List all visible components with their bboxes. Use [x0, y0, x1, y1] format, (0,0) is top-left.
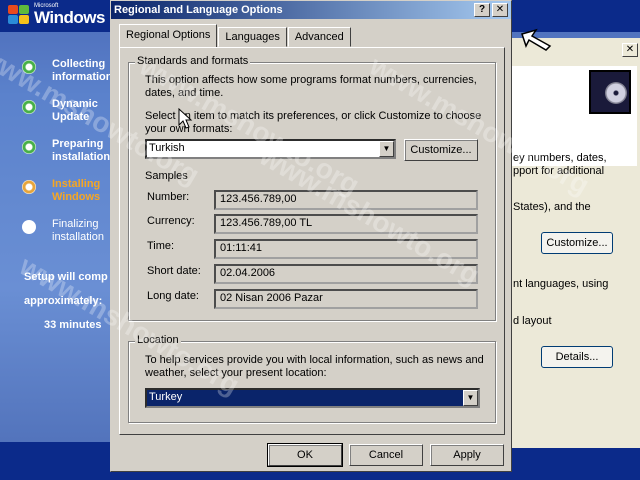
tab-regional-options[interactable]: Regional Options	[119, 24, 218, 47]
logo-text: Windows	[34, 7, 105, 27]
step-pending-icon	[22, 220, 36, 234]
tab-panel-regional: Standards and formats This option affect…	[119, 47, 505, 435]
location-group: Location To help services provide you wi…	[128, 334, 496, 423]
help-button[interactable]: ?	[474, 3, 490, 17]
step-active-icon	[22, 180, 36, 194]
dropdown-arrow-icon[interactable]: ▼	[379, 141, 394, 157]
location-description: To help services provide you with local …	[145, 354, 484, 379]
standards-group: Standards and formats This option affect…	[128, 55, 496, 321]
tab-languages[interactable]: Languages	[218, 27, 287, 47]
tab-strip: Regional Options Languages Advanced	[119, 24, 352, 47]
parent-customize-button[interactable]: Customize...	[541, 232, 613, 254]
parent-details-button[interactable]: Details...	[541, 346, 613, 368]
sample-value: 123.456.789,00	[214, 190, 478, 210]
sample-value: 01:11:41	[214, 239, 478, 259]
step-label: Preparing installation	[52, 138, 111, 163]
arrow-cursor-icon	[178, 108, 193, 129]
step-label: Installing Windows	[52, 178, 101, 203]
dropdown-arrow-icon[interactable]: ▼	[463, 390, 478, 406]
cursor-icon	[521, 28, 552, 51]
parent-text: ey numbers, dates,	[513, 152, 607, 164]
sample-label: Number:	[147, 191, 190, 203]
time-line: Setup will comp	[24, 271, 108, 283]
parent-text: nt languages, using	[513, 278, 609, 290]
dialog-title-bar[interactable]: Regional and Language Options	[111, 1, 511, 19]
sample-value: 02.04.2006	[214, 264, 478, 284]
parent-window: ✕ ey numbers, dates, pport for additiona…	[508, 38, 640, 448]
parent-text: d layout	[513, 315, 552, 327]
ok-button[interactable]: OK	[267, 443, 343, 467]
setup-time-remaining: Setup will comp approximately: 33 minute…	[24, 259, 108, 343]
step-label: Finalizing installation	[52, 218, 104, 243]
cancel-button[interactable]: Cancel	[349, 444, 423, 466]
format-select-value: Turkish	[149, 142, 185, 154]
sample-label: Time:	[147, 240, 175, 252]
time-line: approximately:	[24, 295, 103, 307]
step-label: Dynamic Update	[52, 98, 98, 123]
step-done-icon	[22, 140, 36, 154]
dialog-title: Regional and Language Options	[114, 4, 283, 16]
parent-banner	[509, 66, 637, 166]
windows-logo: Microsoft Windows	[6, 1, 105, 29]
sample-label: Currency:	[147, 215, 195, 227]
cd-box-icon	[589, 70, 631, 114]
standards-description: This option affects how some programs fo…	[145, 74, 477, 99]
sample-label: Short date:	[147, 265, 201, 277]
time-line: 33 minutes	[44, 319, 102, 331]
step-label: Collecting information	[52, 58, 113, 83]
samples-title: Samples	[145, 170, 188, 182]
location-group-title: Location	[135, 334, 181, 346]
logo-microsoft-text: Microsoft	[34, 2, 59, 9]
step-done-icon	[22, 100, 36, 114]
sample-value: 02 Nisan 2006 Pazar	[214, 289, 478, 309]
parent-close-button[interactable]: ✕	[622, 43, 638, 57]
standards-select-text: Select an item to match its preferences,…	[145, 110, 482, 135]
standards-group-title: Standards and formats	[135, 55, 251, 67]
location-select-value: Turkey	[149, 391, 183, 403]
format-select[interactable]: Turkish ▼	[145, 139, 396, 159]
location-select[interactable]: Turkey ▼	[145, 388, 480, 408]
regional-options-dialog: Regional and Language Options ? ✕ Region…	[110, 0, 512, 472]
customize-button[interactable]: Customize...	[404, 139, 478, 161]
sample-value: 123.456.789,00 TL	[214, 214, 478, 234]
sample-label: Long date:	[147, 290, 199, 302]
close-button[interactable]: ✕	[492, 3, 508, 17]
parent-text: pport for additional	[513, 165, 605, 177]
tab-advanced[interactable]: Advanced	[287, 27, 351, 47]
parent-text: States), and the	[513, 201, 591, 213]
step-done-icon	[22, 60, 36, 74]
windows-flag-icon	[6, 4, 30, 26]
apply-button[interactable]: Apply	[430, 444, 504, 466]
